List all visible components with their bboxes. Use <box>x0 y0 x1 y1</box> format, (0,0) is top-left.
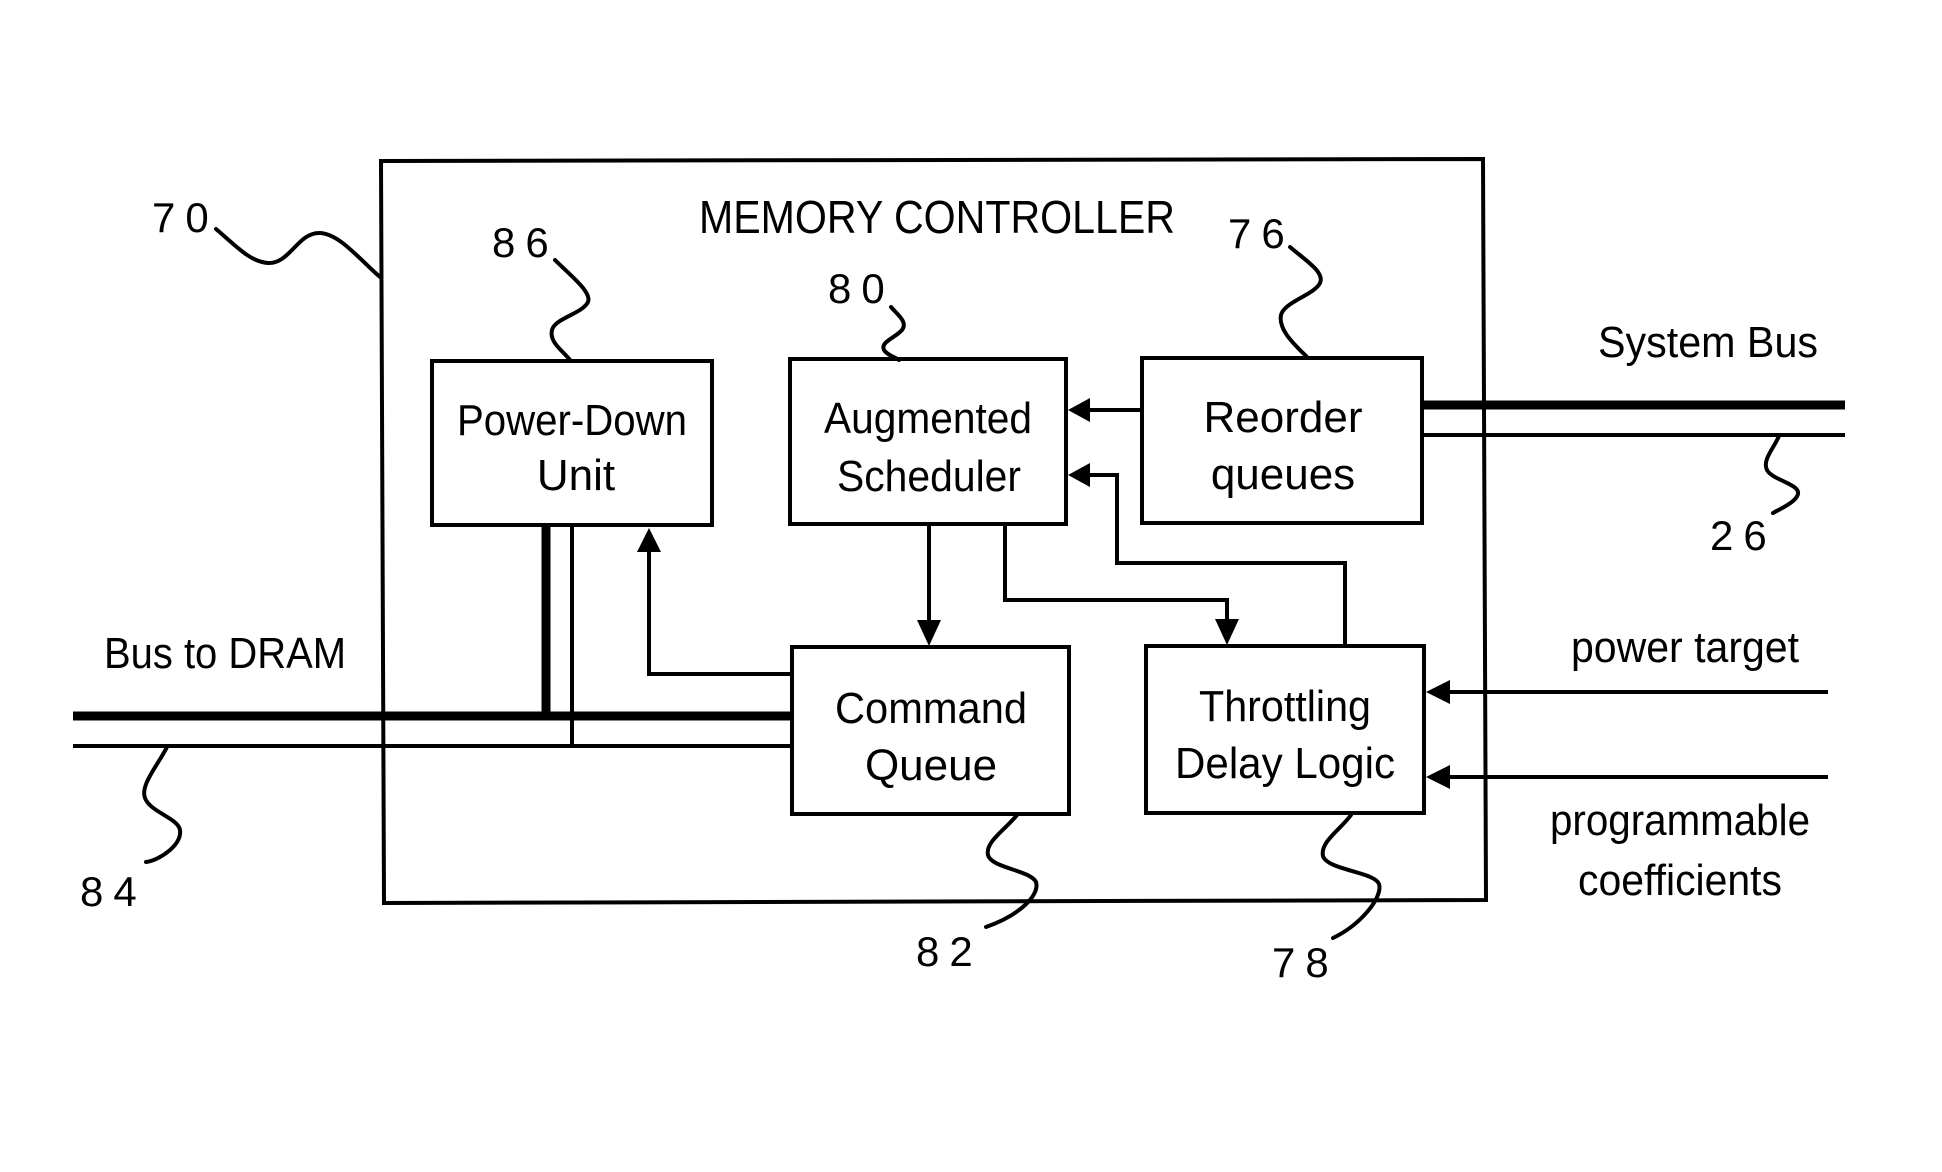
coefficients-arrowhead <box>1426 765 1450 789</box>
scheduler-input-arrowhead-1 <box>1068 398 1090 422</box>
ref-label-70: 70 <box>152 194 219 241</box>
command-to-power-down-wire <box>647 548 792 676</box>
leader-line-82 <box>984 813 1039 929</box>
scheduler-input-arrowhead-2 <box>1068 463 1090 487</box>
augmented-scheduler-label-line2: Scheduler <box>837 452 1021 501</box>
power-down-unit-label-line1: Power-Down <box>457 396 687 445</box>
dram-bus-label: Bus to DRAM <box>104 629 346 678</box>
leader-line-84 <box>142 745 183 864</box>
ref-label-86: 86 <box>492 219 559 266</box>
ref-label-80: 80 <box>828 265 895 312</box>
ref-label-26: 26 <box>1710 512 1777 559</box>
ref-label-76: 76 <box>1228 210 1295 257</box>
leader-line-86 <box>549 258 591 362</box>
reorder-queues-label-line1: Reorder <box>1204 393 1363 442</box>
leader-line-78 <box>1320 813 1382 940</box>
power-target-label: power target <box>1571 623 1799 672</box>
ref-label-84: 84 <box>80 868 147 915</box>
power-down-input-arrowhead <box>637 528 661 552</box>
ref-label-78: 78 <box>1272 939 1339 986</box>
command-queue-label-line1: Command <box>835 684 1027 733</box>
memory-controller-diagram: MEMORY CONTROLLER 70 Bus to DRAM 84 Powe… <box>73 156 1845 986</box>
command-queue-input-arrowhead <box>917 620 941 646</box>
leader-line-76 <box>1278 245 1323 359</box>
ref-label-82: 82 <box>916 928 983 975</box>
system-bus-label: System Bus <box>1598 318 1818 367</box>
reorder-queues-label-line2: queues <box>1211 450 1355 499</box>
coefficients-label-line1: programmable <box>1550 796 1810 845</box>
leader-line-26 <box>1763 434 1800 515</box>
throttling-delay-logic-label-line1: Throttling <box>1199 682 1371 731</box>
throttling-input-arrowhead-top <box>1215 619 1239 645</box>
augmented-scheduler-label-line1: Augmented <box>824 394 1032 443</box>
throttling-delay-logic-label-line2: Delay Logic <box>1175 739 1395 788</box>
command-queue-label-line2: Queue <box>865 741 997 790</box>
memory-controller-title: MEMORY CONTROLLER <box>699 191 1175 243</box>
leader-line-70 <box>214 227 382 279</box>
coefficients-label-line2: coefficients <box>1578 856 1782 905</box>
power-down-unit-label-line2: Unit <box>537 451 615 500</box>
leader-line-80 <box>881 305 906 362</box>
power-target-arrowhead <box>1426 680 1450 704</box>
